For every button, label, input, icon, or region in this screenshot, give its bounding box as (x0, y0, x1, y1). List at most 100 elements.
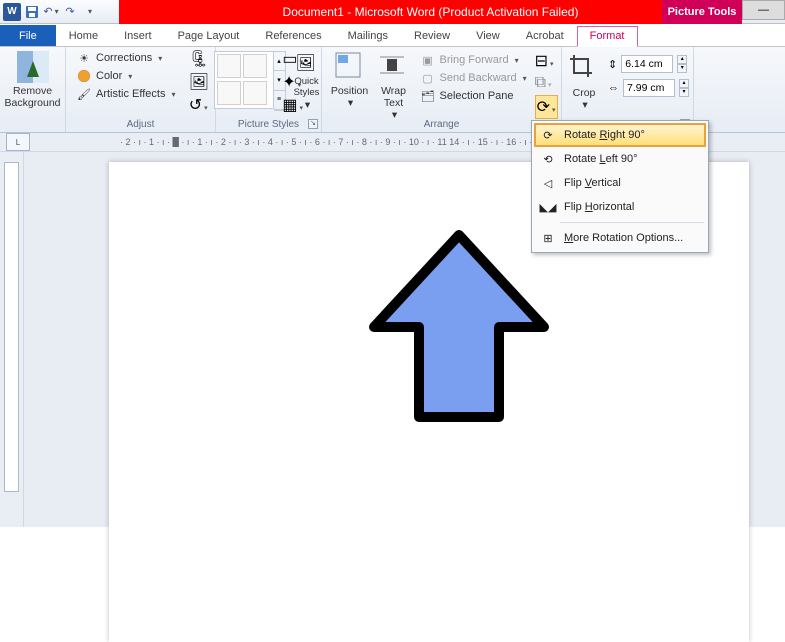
height-icon: ⇕ (608, 58, 617, 71)
group-adjust-label: Adjust (66, 119, 215, 130)
ribbon-tabs: File Home Insert Page Layout References … (0, 24, 785, 47)
more-rotation-label: More Rotation Options... (564, 232, 683, 244)
contextual-tab-label: Picture Tools (662, 0, 742, 24)
rotate-left-item[interactable]: ⟲ Rotate Left 90° (534, 147, 706, 171)
bring-forward-icon: ▣ (420, 52, 436, 68)
crop-button[interactable]: Crop▾ (566, 51, 602, 111)
flip-horizontal-icon: ◣◢ (540, 199, 556, 215)
redo-icon[interactable]: ↷ (62, 4, 78, 20)
send-backward-icon: ▢ (420, 70, 436, 86)
flip-horizontal-label: Flip Horizontal (564, 201, 634, 213)
quick-access-toolbar: W ↶▾ ↷ ▾ (0, 3, 97, 21)
more-rotation-item[interactable]: ⊞ More Rotation Options... (534, 226, 706, 250)
group-arrange-label: Arrange (322, 119, 561, 130)
rotate-right-label: Rotate Right 90° (564, 129, 645, 141)
flip-vertical-icon: ◁ (540, 175, 556, 191)
compress-pictures-icon[interactable]: 🗜 (189, 49, 209, 69)
position-icon (334, 51, 366, 83)
wrap-text-button[interactable]: Wrap Text▾ (374, 49, 414, 121)
height-field[interactable]: ⇕ 6.14 cm▴▾ (608, 55, 689, 73)
group-picture-styles: ▴▾≡ 🖼 Quick Styles▾ ▭▾ ✦▾ ▦▾ ↘ Picture S… (216, 47, 322, 132)
bring-forward-label: Bring Forward (440, 54, 509, 66)
picture-effects-icon[interactable]: ✦▾ (282, 72, 303, 92)
bring-forward-button: ▣Bring Forward▾ (418, 51, 529, 69)
rotate-right-icon: ⟳ (540, 127, 556, 143)
tab-review[interactable]: Review (401, 26, 463, 46)
wrap-label: Wrap Text (374, 85, 414, 109)
style-thumb[interactable] (243, 54, 267, 78)
style-thumb[interactable] (217, 81, 241, 105)
tab-insert[interactable]: Insert (111, 26, 165, 46)
title-banner: Document1 - Microsoft Word (Product Acti… (119, 0, 742, 24)
rotate-button[interactable]: ⟳▾ (535, 95, 558, 119)
title-bar: W ↶▾ ↷ ▾ Document1 - Microsoft Word (Pro… (0, 0, 785, 24)
more-rotation-icon: ⊞ (540, 230, 556, 246)
arrow-image[interactable] (359, 227, 559, 427)
tab-references[interactable]: References (252, 26, 334, 46)
selection-pane-label: Selection Pane (440, 90, 514, 102)
styles-gallery[interactable] (214, 51, 274, 109)
width-icon: ⇔ (608, 82, 619, 94)
tab-mailings[interactable]: Mailings (335, 26, 401, 46)
send-backward-button: ▢Send Backward▾ (418, 69, 529, 87)
window-title: Document1 - Microsoft Word (Product Acti… (119, 5, 742, 19)
corrections-label: Corrections (96, 52, 152, 64)
word-app-icon[interactable]: W (3, 3, 21, 21)
tab-home[interactable]: Home (56, 26, 111, 46)
corrections-button[interactable]: ☀Corrections▾ (74, 49, 164, 67)
width-spinner[interactable]: ▴▾ (679, 79, 689, 97)
group-background: Remove Background (0, 47, 66, 132)
artistic-icon: 🖌 (76, 86, 92, 102)
height-value[interactable]: 6.14 cm (621, 55, 673, 73)
picture-layout-icon[interactable]: ▦▾ (282, 95, 303, 115)
width-value[interactable]: 7.99 cm (623, 79, 675, 97)
tab-format[interactable]: Format (577, 26, 638, 47)
wrap-icon (378, 51, 410, 83)
vertical-ruler[interactable] (0, 152, 24, 527)
flip-vertical-item[interactable]: ◁ Flip Vertical (534, 171, 706, 195)
selection-pane-icon: 🗂 (420, 88, 436, 104)
remove-background-button[interactable]: Remove Background (5, 49, 61, 109)
qat-customize-icon[interactable]: ▾ (81, 4, 97, 20)
tab-file[interactable]: File (0, 25, 56, 46)
height-spinner[interactable]: ▴▾ (677, 55, 687, 73)
save-icon[interactable] (24, 4, 40, 20)
rotate-left-label: Rotate Left 90° (564, 153, 638, 165)
tab-view[interactable]: View (463, 26, 513, 46)
position-label: Position (331, 85, 368, 97)
crop-label: Crop (573, 87, 596, 99)
color-button[interactable]: Color▾ (74, 67, 134, 85)
width-field[interactable]: ⇔ 7.99 cm▴▾ (608, 79, 689, 97)
color-label: Color (96, 70, 122, 82)
corrections-icon: ☀ (76, 50, 92, 66)
change-picture-icon[interactable]: 🖼 (189, 72, 209, 92)
rotate-right-item[interactable]: ⟳ Rotate Right 90° (534, 123, 706, 147)
remove-bg-label: Remove Background (4, 85, 60, 109)
tab-page-layout[interactable]: Page Layout (165, 26, 253, 46)
selection-pane-button[interactable]: 🗂 Selection Pane (418, 87, 529, 105)
crop-icon (568, 53, 600, 85)
group-adjust: ☀Corrections▾ Color▾ 🖌Artistic Effects▾ … (66, 47, 216, 132)
tab-selector[interactable]: L (6, 133, 30, 151)
picture-border-icon[interactable]: ▭▾ (282, 49, 303, 69)
artistic-label: Artistic Effects (96, 88, 165, 100)
reset-picture-icon[interactable]: ↺▾ (189, 95, 209, 115)
group-styles-label: Picture Styles (216, 119, 321, 130)
window-minimize-button[interactable]: — (742, 0, 785, 20)
align-icon[interactable]: ⊟▾ (535, 51, 558, 71)
menu-separator (560, 222, 704, 223)
undo-icon[interactable]: ↶▾ (43, 4, 59, 20)
flip-horizontal-item[interactable]: ◣◢ Flip Horizontal (534, 195, 706, 219)
style-thumb[interactable] (243, 81, 267, 105)
tab-acrobat[interactable]: Acrobat (513, 26, 577, 46)
send-backward-label: Send Backward (440, 72, 517, 84)
flip-vertical-label: Flip Vertical (564, 177, 621, 189)
group-icon: ⧉▾ (535, 74, 558, 92)
group-arrange: Position▾ Wrap Text▾ ▣Bring Forward▾ ▢Se… (322, 47, 562, 132)
selected-picture[interactable] (359, 227, 559, 427)
artistic-effects-button[interactable]: 🖌Artistic Effects▾ (74, 85, 178, 103)
rotate-left-icon: ⟲ (540, 151, 556, 167)
color-icon (76, 68, 92, 84)
position-button[interactable]: Position▾ (326, 49, 374, 121)
style-thumb[interactable] (217, 54, 241, 78)
